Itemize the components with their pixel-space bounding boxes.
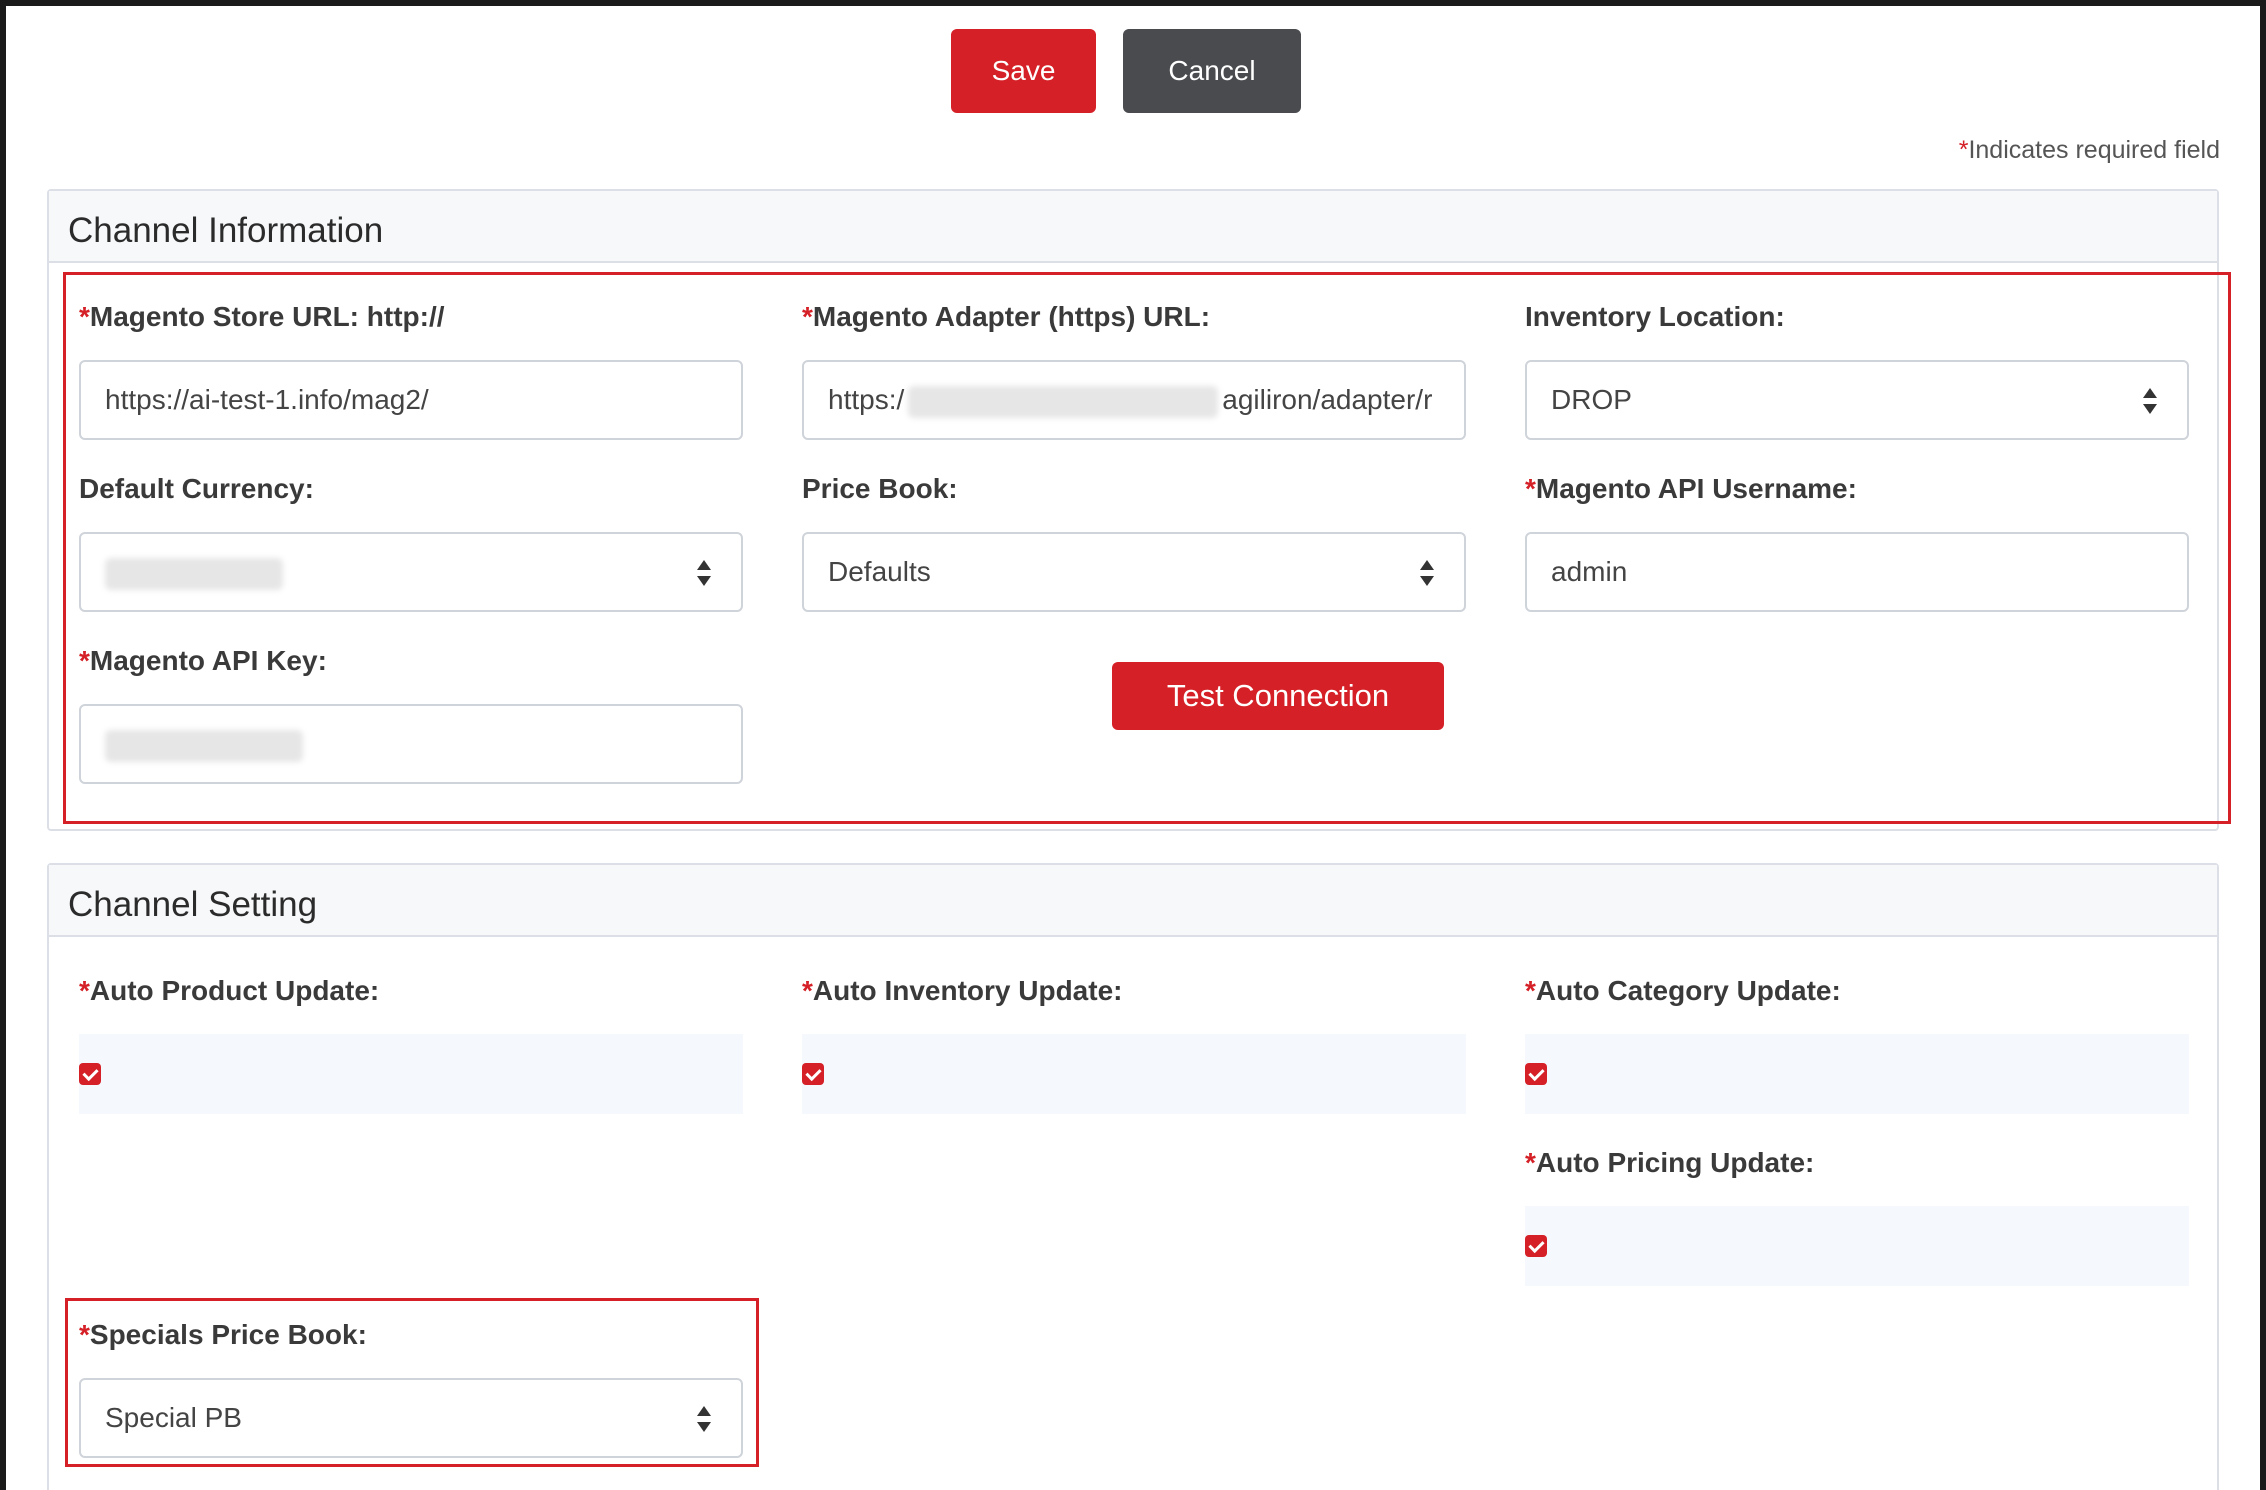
auto-inventory-update-label: *Auto Inventory Update: [802, 975, 1123, 1006]
channel-setting-title: Channel Setting [68, 885, 318, 924]
auto-inventory-update-checkbox[interactable] [802, 1063, 824, 1085]
auto-inventory-update-row [802, 1034, 1466, 1114]
specials-price-book-label: *Specials Price Book: [79, 1319, 367, 1350]
auto-pricing-update-row [1525, 1206, 2189, 1286]
auto-category-update-row [1525, 1034, 2189, 1114]
save-button[interactable]: Save [951, 29, 1096, 113]
api-username-label: *Magento API Username: [1525, 473, 1857, 504]
channel-information-title: Channel Information [68, 211, 384, 250]
store-url-value: https://ai-test-1.info/mag2/ [105, 384, 429, 415]
required-note-text: Indicates required field [1968, 136, 2220, 164]
adapter-url-value-end: agiliron/adapter/r [1222, 384, 1433, 415]
adapter-url-value-start: https:/ [828, 384, 905, 415]
cancel-button[interactable]: Cancel [1123, 29, 1301, 113]
store-url-input[interactable]: https://ai-test-1.info/mag2/ [79, 360, 743, 440]
api-username-input[interactable]: admin [1525, 532, 2189, 612]
select-caret-icon [697, 560, 711, 586]
default-currency-label: Default Currency: [79, 473, 314, 504]
auto-category-update-label: *Auto Category Update: [1525, 975, 1841, 1006]
api-key-input[interactable] [79, 704, 743, 784]
api-username-value: admin [1551, 556, 1628, 587]
test-connection-button[interactable]: Test Connection [1112, 662, 1444, 730]
specials-price-book-select[interactable]: Special PB [79, 1378, 743, 1458]
channel-setting-panel: Channel Setting *Auto Product Update: *A… [47, 863, 2219, 1490]
channel-information-panel: Channel Information *Magento Store URL: … [47, 189, 2231, 831]
adapter-url-input[interactable]: https:/ agiliron/adapter/r [802, 360, 1466, 440]
price-book-label: Price Book: [802, 473, 958, 504]
auto-product-update-label: *Auto Product Update: [79, 975, 380, 1006]
select-caret-icon [697, 1406, 711, 1432]
specials-price-book-value: Special PB [105, 1402, 242, 1433]
auto-pricing-update-label: *Auto Pricing Update: [1525, 1147, 1815, 1178]
select-caret-icon [2143, 388, 2157, 414]
adapter-url-label: *Magento Adapter (https) URL: [802, 301, 1211, 332]
blurred-redaction [105, 557, 283, 590]
api-key-label: *Magento API Key: [79, 645, 327, 676]
price-book-select[interactable]: Defaults [802, 532, 1466, 612]
price-book-value: Defaults [828, 556, 931, 587]
auto-category-update-checkbox[interactable] [1525, 1063, 1547, 1085]
top-toolbar: Save Cancel *Indicates required field [6, 6, 2260, 196]
inventory-location-select[interactable]: DROP [1525, 360, 2189, 440]
channel-information-header: Channel Information [49, 191, 2217, 263]
auto-product-update-checkbox[interactable] [79, 1063, 101, 1085]
required-field-note: *Indicates required field [1959, 136, 2220, 165]
select-caret-icon [1420, 560, 1434, 586]
inventory-location-label: Inventory Location: [1525, 301, 1785, 332]
required-star: * [1958, 136, 1969, 164]
blurred-redaction [105, 729, 303, 762]
auto-pricing-update-checkbox[interactable] [1525, 1235, 1547, 1257]
auto-product-update-row [79, 1034, 743, 1114]
inventory-location-value: DROP [1551, 384, 1632, 415]
page-frame: Save Cancel *Indicates required field Ch… [0, 0, 2266, 1490]
default-currency-select[interactable] [79, 532, 743, 612]
store-url-label: *Magento Store URL: http:// [79, 301, 445, 332]
channel-setting-header: Channel Setting [49, 865, 2217, 937]
blurred-redaction [908, 385, 1219, 418]
